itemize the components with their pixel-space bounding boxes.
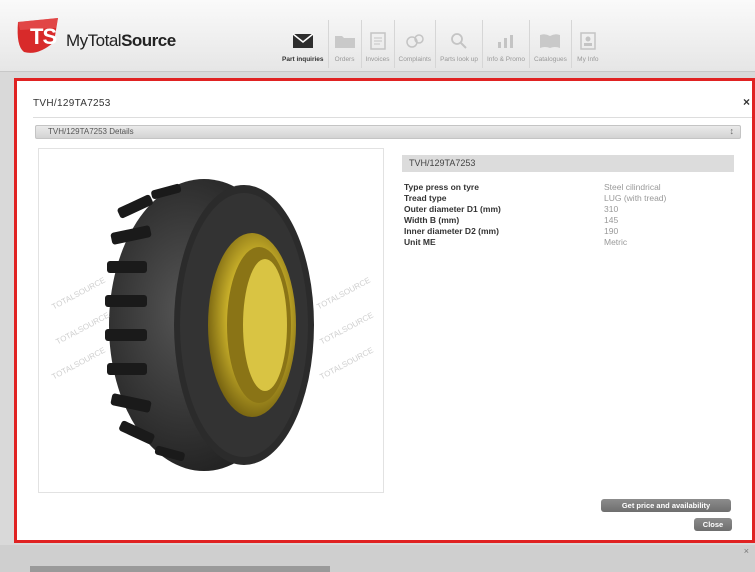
spec-row: Outer diameter D1 (mm) 310: [404, 203, 734, 214]
collapse-toggle-icon[interactable]: ↕: [730, 126, 735, 136]
spec-value: 190: [604, 225, 619, 236]
nav-invoices[interactable]: Invoices: [360, 20, 394, 68]
spec-row: Unit ME Metric: [404, 236, 734, 247]
folder-icon: [333, 32, 357, 50]
spec-key: Unit ME: [404, 236, 436, 247]
nav-label: Info & Promo: [487, 56, 525, 63]
spec-value: LUG (with tread): [604, 192, 667, 203]
nav-label: Complaints: [398, 56, 432, 63]
document-icon: [366, 32, 390, 50]
chat-bubbles-icon: [403, 32, 427, 50]
nav-label: My Info: [577, 56, 599, 63]
nav-label: Catalogues: [533, 56, 567, 63]
envelope-icon: [291, 32, 315, 50]
nav-label: Part inquiries: [282, 56, 324, 63]
spec-key: Type press on tyre: [404, 181, 479, 192]
nav-label: Invoices: [365, 56, 390, 63]
app-header: TS MyTotalSource Part inquiries Orders I…: [0, 0, 755, 72]
logo-badge: TS: [14, 16, 64, 56]
page-footer-bar: [30, 566, 330, 572]
spec-row: Inner diameter D2 (mm) 190: [404, 225, 734, 236]
nav-complaints[interactable]: Complaints: [393, 20, 436, 68]
spec-value: Metric: [604, 236, 628, 247]
close-button[interactable]: Close: [694, 518, 732, 531]
profile-card-icon: [576, 32, 600, 50]
spec-key: Inner diameter D2 (mm): [404, 225, 499, 236]
magnifier-icon: [447, 32, 471, 50]
spec-value: 310: [604, 203, 619, 214]
product-code-header: TVH/129TA7253: [402, 155, 734, 172]
logo-name-bold: Source: [121, 31, 176, 50]
details-section-header[interactable]: TVH/129TA7253 Details ↕: [35, 125, 741, 139]
logo-letters: TS: [30, 24, 57, 49]
modal-title: TVH/129TA7253: [33, 98, 111, 109]
spec-row: Width B (mm) 145: [404, 214, 734, 225]
spec-row: Tread type LUG (with tread): [404, 192, 734, 203]
bar-chart-icon: [494, 32, 518, 50]
nav-catalogues[interactable]: Catalogues: [528, 20, 571, 68]
background-close-icon[interactable]: ×: [744, 546, 749, 556]
spec-value: 145: [604, 214, 619, 225]
spec-key: Outer diameter D1 (mm): [404, 203, 501, 214]
nav-info-promo[interactable]: Info & Promo: [482, 20, 529, 68]
product-code: TVH/129TA7253: [409, 158, 476, 168]
nav-orders[interactable]: Orders: [327, 20, 361, 68]
spec-key: Width B (mm): [404, 214, 460, 225]
nav-parts-look-up[interactable]: Parts look up: [435, 20, 482, 68]
logo-name: MyTotalSource: [66, 31, 176, 51]
title-divider: [33, 117, 752, 118]
get-price-button[interactable]: Get price and availability: [601, 499, 731, 512]
spec-row: Type press on tyre Steel cilindrical: [404, 181, 734, 192]
spec-key: Tread type: [404, 192, 447, 203]
mytotalsource-logo[interactable]: TS MyTotalSource: [14, 16, 176, 56]
product-image: TOTALSOURCE TOTALSOURCE TOTALSOURCE TOTA…: [38, 148, 384, 493]
details-label: TVH/129TA7253 Details: [48, 127, 134, 136]
nav-label: Orders: [334, 56, 355, 63]
close-icon[interactable]: ×: [743, 95, 750, 109]
nav-my-info[interactable]: My Info: [570, 20, 604, 68]
logo-name-plain: MyTotal: [66, 31, 122, 50]
spec-table: Type press on tyre Steel cilindrical Tre…: [404, 181, 734, 247]
nav-label: Parts look up: [440, 56, 478, 63]
nav-part-inquiries[interactable]: Part inquiries: [278, 20, 328, 68]
main-nav: Part inquiries Orders Invoices Complaint…: [278, 20, 604, 68]
spec-value: Steel cilindrical: [604, 181, 661, 192]
book-icon: [538, 32, 562, 50]
product-detail-modal: TVH/129TA7253 × TVH/129TA7253 Details ↕: [14, 78, 755, 543]
